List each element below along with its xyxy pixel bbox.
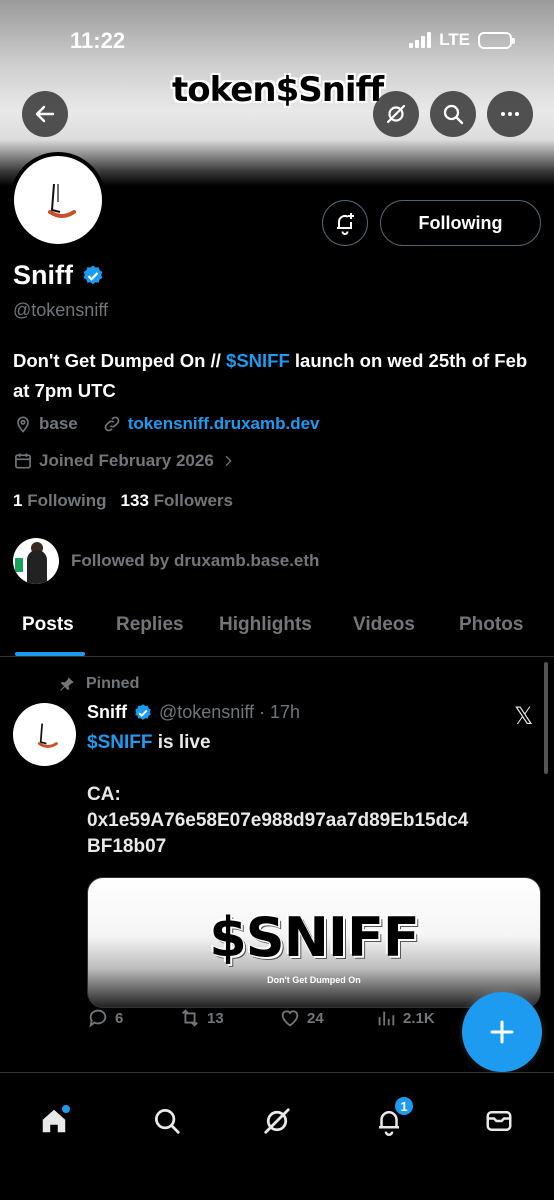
- bell-plus-icon: [337, 213, 354, 235]
- scrollbar[interactable]: [544, 662, 548, 774]
- tab-posts[interactable]: Posts: [22, 614, 74, 636]
- calendar-icon: [15, 453, 31, 469]
- search-button[interactable]: [430, 91, 476, 137]
- back-arrow-icon: [35, 105, 55, 123]
- notification-badge: 1: [393, 1095, 415, 1117]
- post-image-tagline: Don't Get Dumped On: [267, 975, 361, 985]
- status-time: 11:22: [70, 28, 126, 53]
- post-image[interactable]: $SNIFF Don't Get Dumped On: [87, 877, 541, 1008]
- profile-meta: base tokensniff.druxamb.dev: [13, 414, 320, 434]
- cashtag-link[interactable]: $SNIFF: [226, 350, 290, 371]
- x-logo-icon: 𝕏: [514, 703, 534, 730]
- follower-avatar: [13, 538, 59, 584]
- bottom-nav: 1: [0, 1072, 554, 1200]
- joined-row[interactable]: Joined February 2026: [13, 451, 236, 471]
- followers-stat[interactable]: 133 Followers: [121, 491, 233, 511]
- chevron-right-icon: [225, 455, 232, 467]
- tab-photos[interactable]: Photos: [459, 614, 523, 636]
- like-button[interactable]: 24: [279, 1007, 324, 1029]
- nav-home[interactable]: [34, 1101, 74, 1141]
- plus-icon: [490, 1020, 514, 1044]
- post-author-name[interactable]: Sniff: [87, 702, 127, 723]
- website-link[interactable]: tokensniff.druxamb.dev: [128, 414, 320, 434]
- profile-handle: @tokensniff: [13, 300, 108, 320]
- ca-address-line1: 0x1e59A76e58E07e988d97aa7d89Eb15dc4: [87, 810, 469, 831]
- location-icon: [17, 416, 29, 433]
- post-author-handle: @tokensniff · 17h: [159, 702, 301, 722]
- ca-address-line2: BF18b07: [87, 836, 167, 857]
- battery-icon: [478, 31, 515, 49]
- nav-notifications[interactable]: 1: [369, 1095, 415, 1141]
- followed-by-text: Followed by druxamb.base.eth: [71, 551, 320, 570]
- repost-button[interactable]: 13: [179, 1007, 224, 1029]
- verified-badge-icon[interactable]: [81, 264, 105, 288]
- nose-logo-icon: [48, 183, 76, 218]
- grok-icon: [264, 1108, 290, 1134]
- search-icon: [155, 1109, 180, 1134]
- nav-grok[interactable]: [257, 1101, 297, 1141]
- follow-stats: 1 Following 133 Followers: [13, 491, 233, 511]
- active-tab-indicator: [15, 652, 85, 656]
- pinned-label: Pinned: [58, 675, 139, 693]
- reply-button[interactable]: 6: [87, 1007, 123, 1029]
- mail-icon: [486, 1111, 512, 1131]
- following-stat[interactable]: 1 Following: [13, 491, 107, 511]
- profile-name: Sniff: [13, 260, 105, 291]
- heart-icon: [281, 1010, 299, 1027]
- back-button[interactable]: [22, 91, 68, 137]
- post-header: Sniff @tokensniff · 17h: [87, 702, 300, 723]
- signal-icon: [409, 32, 432, 48]
- ca-label: CA:: [87, 784, 121, 805]
- tab-highlights[interactable]: Highlights: [219, 614, 312, 636]
- nav-search[interactable]: [147, 1101, 187, 1141]
- post-text: $SNIFF is live CA: 0x1e59A76e58E07e988d9…: [87, 730, 547, 860]
- views-button[interactable]: 2.1K: [375, 1007, 435, 1029]
- profile-tabs: Posts Replies Highlights Videos Photos: [0, 600, 554, 657]
- nose-logo-icon: [37, 723, 58, 748]
- verified-badge-icon: [135, 703, 151, 720]
- pin-icon: [60, 677, 74, 691]
- grok-button[interactable]: [373, 91, 419, 137]
- more-dots-icon: [501, 112, 519, 116]
- home-new-dot: [62, 1105, 70, 1113]
- repost-icon: [182, 1009, 198, 1027]
- reply-icon: [89, 1009, 107, 1028]
- nav-messages[interactable]: [479, 1101, 519, 1141]
- link-icon: [104, 416, 120, 432]
- views-chart-icon: [378, 1011, 395, 1026]
- network-label: LTE: [439, 30, 470, 49]
- joined-text: Joined February 2026: [39, 451, 214, 470]
- location-text: base: [39, 414, 78, 433]
- grok-icon: [386, 104, 406, 124]
- display-name: Sniff: [13, 260, 73, 290]
- tab-replies[interactable]: Replies: [116, 614, 184, 636]
- banner-logo: token$Sniff: [172, 70, 384, 110]
- notify-button[interactable]: [322, 200, 368, 246]
- post-author-avatar[interactable]: [13, 703, 76, 766]
- post-image-title: $SNIFF: [209, 906, 420, 969]
- more-button[interactable]: [487, 91, 533, 137]
- profile-avatar[interactable]: [10, 152, 106, 248]
- following-button[interactable]: Following: [380, 200, 541, 246]
- followed-by-row[interactable]: Followed by druxamb.base.eth: [13, 538, 319, 584]
- profile-bio: Don't Get Dumped On // $SNIFF launch on …: [13, 350, 528, 401]
- compose-button[interactable]: [462, 992, 542, 1072]
- cashtag-link[interactable]: $SNIFF: [87, 732, 152, 753]
- search-icon: [443, 104, 464, 125]
- tab-videos[interactable]: Videos: [353, 614, 415, 636]
- status-indicators: LTE: [409, 30, 515, 50]
